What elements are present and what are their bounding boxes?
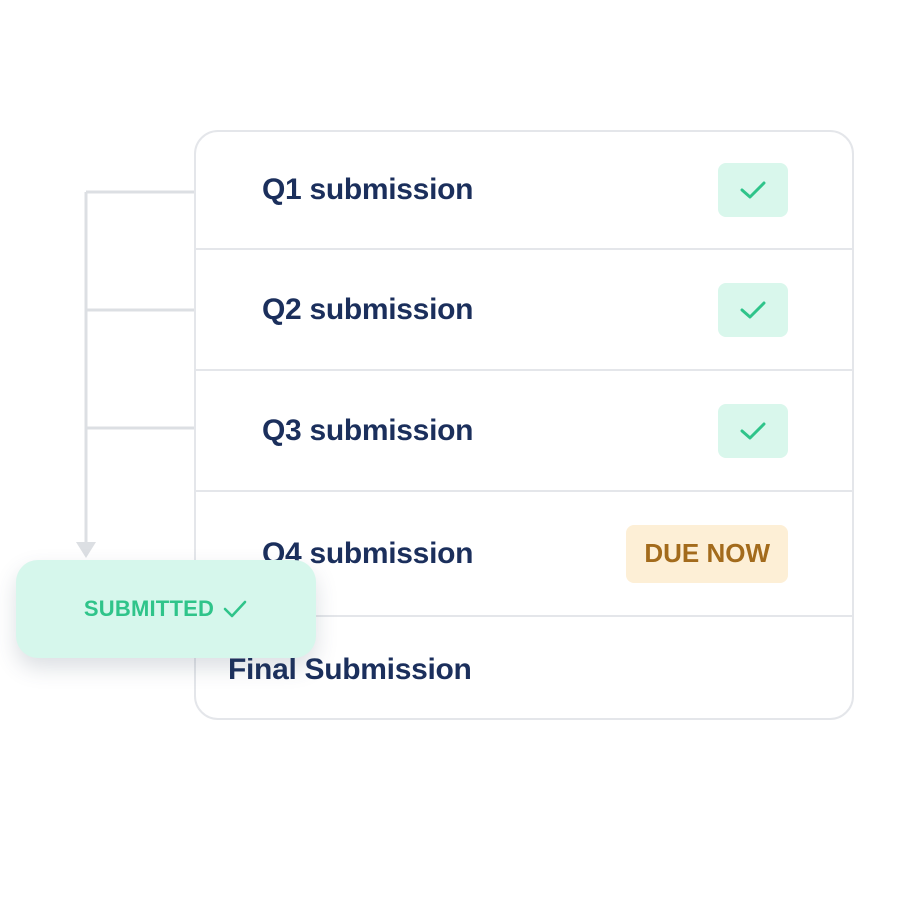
checkmark-icon <box>223 600 247 618</box>
list-item-q2[interactable]: Q2 submission <box>196 250 852 371</box>
status-badge-complete <box>718 282 788 337</box>
submitted-label: SUBMITTED <box>83 596 215 621</box>
status-badge-complete <box>718 403 788 458</box>
list-item-q1[interactable]: Q1 submission <box>196 132 852 250</box>
status-badge-due: DUE NOW <box>626 524 788 583</box>
connector-arrowhead <box>76 542 96 558</box>
checkmark-icon <box>740 422 766 439</box>
list-item-q3[interactable]: Q3 submission <box>196 371 852 492</box>
row-label: Q2 submission <box>262 292 474 326</box>
checkmark-icon <box>740 301 766 318</box>
row-label: Q3 submission <box>262 413 474 447</box>
checkmark-icon <box>740 181 766 199</box>
submitted-badge: SUBMITTED <box>16 560 316 658</box>
status-badge-complete <box>718 163 788 217</box>
row-label: Q1 submission <box>262 173 474 206</box>
